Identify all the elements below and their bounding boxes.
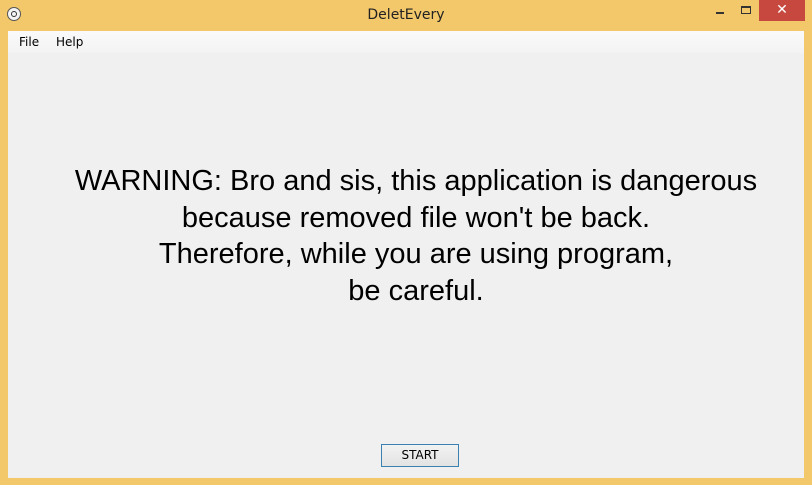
warning-message: WARNING: Bro and sis, this application i…	[8, 163, 812, 309]
warning-line: Therefore, while you are using program,	[158, 238, 674, 270]
minimize-button[interactable]	[707, 0, 733, 21]
maximize-button[interactable]	[733, 0, 759, 21]
start-button[interactable]: START	[381, 444, 459, 467]
app-window: DeletEvery ✕ File Help WARNING: Bro and …	[0, 0, 812, 485]
warning-line: WARNING: Bro and sis, this application i…	[74, 165, 758, 197]
close-button[interactable]: ✕	[759, 0, 805, 21]
client-area: File Help WARNING: Bro and sis, this app…	[8, 31, 804, 478]
warning-line: be careful.	[348, 274, 484, 307]
maximize-icon	[741, 6, 751, 14]
window-title: DeletEvery	[367, 7, 445, 23]
minimize-icon	[716, 12, 724, 14]
close-icon: ✕	[776, 2, 788, 18]
menu-file[interactable]: File	[13, 31, 45, 53]
menu-bar: File Help	[8, 31, 804, 53]
title-bar[interactable]: DeletEvery ✕	[0, 0, 812, 31]
menu-help[interactable]: Help	[50, 31, 89, 53]
warning-line: because removed file won't be back.	[181, 201, 651, 234]
